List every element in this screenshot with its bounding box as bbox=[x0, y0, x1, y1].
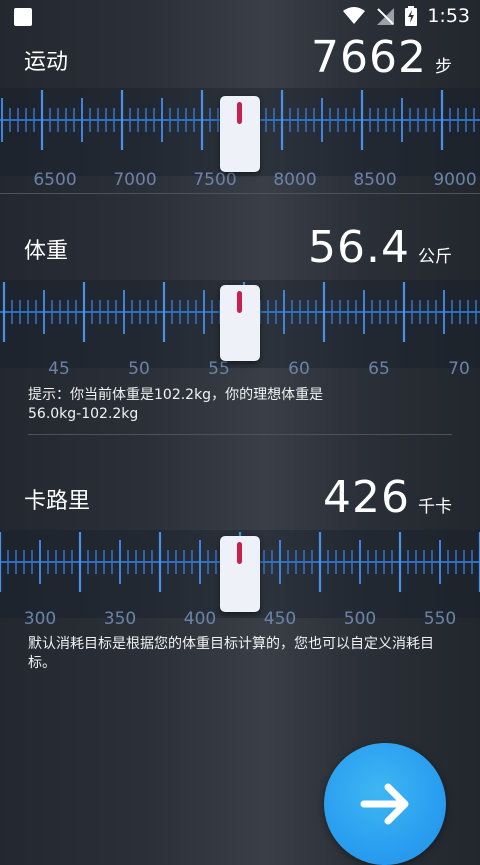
wifi-icon bbox=[343, 7, 366, 24]
steps-tick-label: 7500 bbox=[193, 170, 237, 190]
weight-tick-label: 65 bbox=[368, 359, 390, 379]
steps-label: 运动 bbox=[24, 50, 69, 75]
calorie-hint: 默认消耗目标是根据您的体重目标计算的，您也可以自定义消耗目标。 bbox=[28, 636, 434, 671]
weight-tick-label: 55 bbox=[208, 359, 230, 379]
calorie-tick-label: 500 bbox=[343, 609, 377, 629]
steps-pointer-handle[interactable] bbox=[220, 96, 260, 172]
weight-pointer-handle[interactable] bbox=[220, 285, 260, 361]
steps-value: 7662 步 bbox=[311, 32, 452, 83]
steps-number: 7662 bbox=[311, 32, 427, 83]
calorie-tick-label: 400 bbox=[183, 609, 217, 629]
weight-number: 56.4 bbox=[308, 222, 410, 273]
weight-tick-label: 50 bbox=[128, 359, 150, 379]
calorie-number: 426 bbox=[323, 472, 410, 523]
weight-label: 体重 bbox=[24, 239, 69, 264]
weight-unit: 公斤 bbox=[418, 247, 452, 267]
steps-tick-label: 8000 bbox=[273, 170, 317, 190]
calorie-ruler-labels: 300 350 400 450 500 550 bbox=[0, 609, 480, 629]
next-button[interactable] bbox=[324, 743, 446, 865]
weight-tick-label: 45 bbox=[48, 359, 70, 379]
arrow-right-icon bbox=[360, 783, 409, 825]
divider bbox=[0, 193, 480, 194]
calorie-label: 卡路里 bbox=[24, 489, 91, 514]
weight-hint: 提示：你当前体重是102.2kg，你的理想体重是56.0kg-102.2kg bbox=[28, 387, 324, 422]
steps-tick-label: 8500 bbox=[353, 170, 397, 190]
steps-tick-label: 6500 bbox=[33, 170, 77, 190]
calorie-tick-label: 450 bbox=[263, 609, 297, 629]
calorie-value: 426 千卡 bbox=[323, 472, 452, 523]
calorie-tick-label: 300 bbox=[23, 609, 57, 629]
notification-icon bbox=[14, 8, 32, 26]
status-bar: 1:53 bbox=[0, 0, 480, 32]
steps-tick-label: 9000 bbox=[433, 170, 477, 190]
status-time: 1:53 bbox=[427, 5, 470, 27]
calorie-unit: 千卡 bbox=[418, 497, 452, 517]
calorie-tick-label: 350 bbox=[103, 609, 137, 629]
no-signal-icon bbox=[377, 8, 395, 25]
battery-charging-icon bbox=[405, 6, 418, 26]
steps-ruler-labels: 6500 7000 7500 8000 8500 9000 bbox=[0, 170, 480, 190]
calorie-pointer-handle[interactable] bbox=[220, 536, 260, 612]
weight-ruler-labels: 45 50 55 60 65 70 bbox=[0, 359, 480, 379]
steps-tick-label: 7000 bbox=[113, 170, 157, 190]
weight-value: 56.4 公斤 bbox=[308, 222, 452, 273]
weight-tick-label: 70 bbox=[448, 359, 470, 379]
steps-unit: 步 bbox=[435, 57, 452, 77]
divider bbox=[28, 434, 452, 435]
calorie-tick-label: 550 bbox=[423, 609, 457, 629]
weight-tick-label: 60 bbox=[288, 359, 310, 379]
